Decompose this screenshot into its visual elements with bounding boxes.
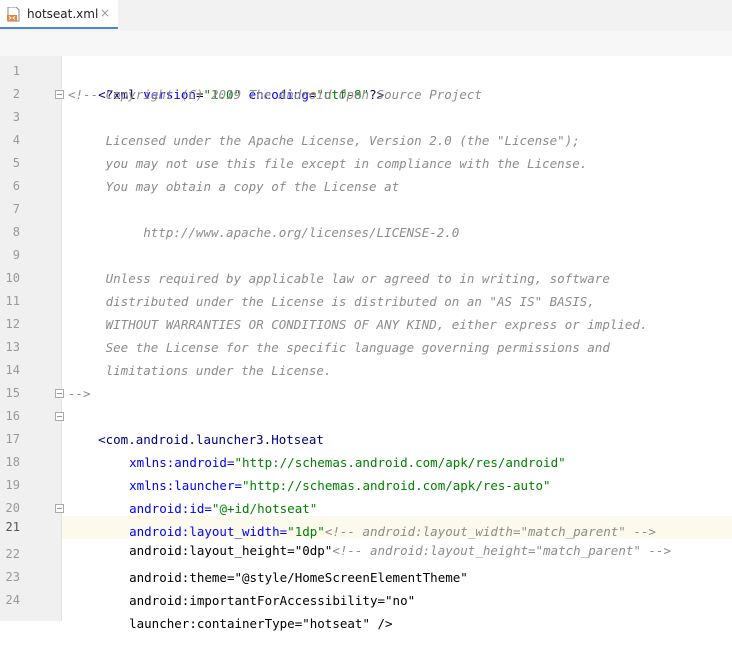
editor-tab-bar: hotseat.xml ×	[0, 0, 732, 32]
line-number: 17	[5, 432, 20, 446]
line-number: 23	[5, 570, 20, 584]
line-number: 3	[12, 110, 20, 124]
code-line-1: <?xml version="1.0" encoding="utf-8"?>	[68, 60, 384, 102]
fold-end-icon[interactable]	[55, 389, 64, 398]
line-number: 15	[5, 386, 20, 400]
line-number: 18	[5, 455, 20, 469]
line-number: 5	[12, 156, 20, 170]
code-line-21: android:layout_height="0dp"<!-- android:…	[99, 516, 671, 558]
close-tab-icon[interactable]: ×	[100, 6, 110, 20]
line-number: 19	[5, 478, 20, 492]
code-line-19: android:id="@+id/hotseat"	[99, 474, 317, 516]
code-line-23: android:importantForAccessibility="no"	[99, 566, 415, 608]
line-number: 2	[12, 87, 20, 101]
code-line-11: distributed under the License is distrib…	[68, 294, 595, 309]
code-line-12: WITHOUT WARRANTIES OR CONDITIONS OF ANY …	[68, 317, 648, 332]
tag-self-close: />	[369, 616, 393, 631]
line-number: 16	[5, 409, 20, 423]
fold-collapse-icon[interactable]	[55, 90, 64, 99]
line-number: 13	[5, 340, 20, 354]
code-line-6: You may obtain a copy of the License at	[68, 179, 400, 194]
attr-namespace: launcher	[129, 616, 190, 631]
code-line-5: you may not use this file except in comp…	[68, 156, 588, 171]
line-number: 10	[5, 271, 20, 285]
line-number: 4	[12, 133, 20, 147]
line-number: 8	[12, 225, 20, 239]
code-line-15: -->	[68, 386, 91, 401]
colon: :	[189, 616, 197, 631]
code-line-18: xmlns:launcher="http://schemas.android.c…	[99, 451, 550, 493]
line-number: 12	[5, 317, 20, 331]
code-line-2: <!-- Copyright (C) 2019 The Android Open…	[68, 87, 482, 102]
code-line-8: http://www.apache.org/licenses/LICENSE-2…	[68, 225, 460, 240]
line-number: 14	[5, 363, 20, 377]
code-line-4: Licensed under the Apache License, Versi…	[68, 133, 580, 148]
tab-hotseat-xml[interactable]: hotseat.xml ×	[0, 0, 118, 29]
tab-label: hotseat.xml	[27, 7, 99, 21]
code-line-16: <com.android.launcher3.Hotseat	[68, 405, 324, 447]
code-line-13: See the License for the specific languag…	[68, 340, 610, 355]
line-number: 1	[12, 64, 20, 78]
line-number-active: 21	[5, 520, 20, 534]
line-number: 9	[12, 248, 20, 262]
code-line-17: xmlns:android="http://schemas.android.co…	[99, 428, 566, 470]
code-line-10: Unless required by applicable law or agr…	[68, 271, 610, 286]
attr-name: containerType	[196, 616, 295, 631]
code-line-24: launcher:containerType="hotseat" />	[99, 589, 392, 631]
line-number: 22	[5, 547, 20, 561]
line-number: 6	[12, 179, 20, 193]
attr-value: "hotseat"	[302, 616, 370, 631]
breadcrumb-strip	[0, 31, 732, 56]
line-number: 24	[5, 593, 20, 607]
code-line-14: limitations under the License.	[68, 363, 332, 378]
fold-end-icon[interactable]	[55, 504, 64, 513]
xml-file-icon	[7, 7, 20, 22]
fold-collapse-icon[interactable]	[55, 412, 64, 421]
line-number: 7	[12, 202, 20, 216]
line-number: 11	[5, 294, 20, 308]
code-editor[interactable]: 1 2 3 4 5 6 7 8 9 10 11 12 13 14 15 16 1…	[0, 56, 732, 631]
code-line-22: android:theme="@style/HomeScreenElementT…	[99, 543, 468, 585]
